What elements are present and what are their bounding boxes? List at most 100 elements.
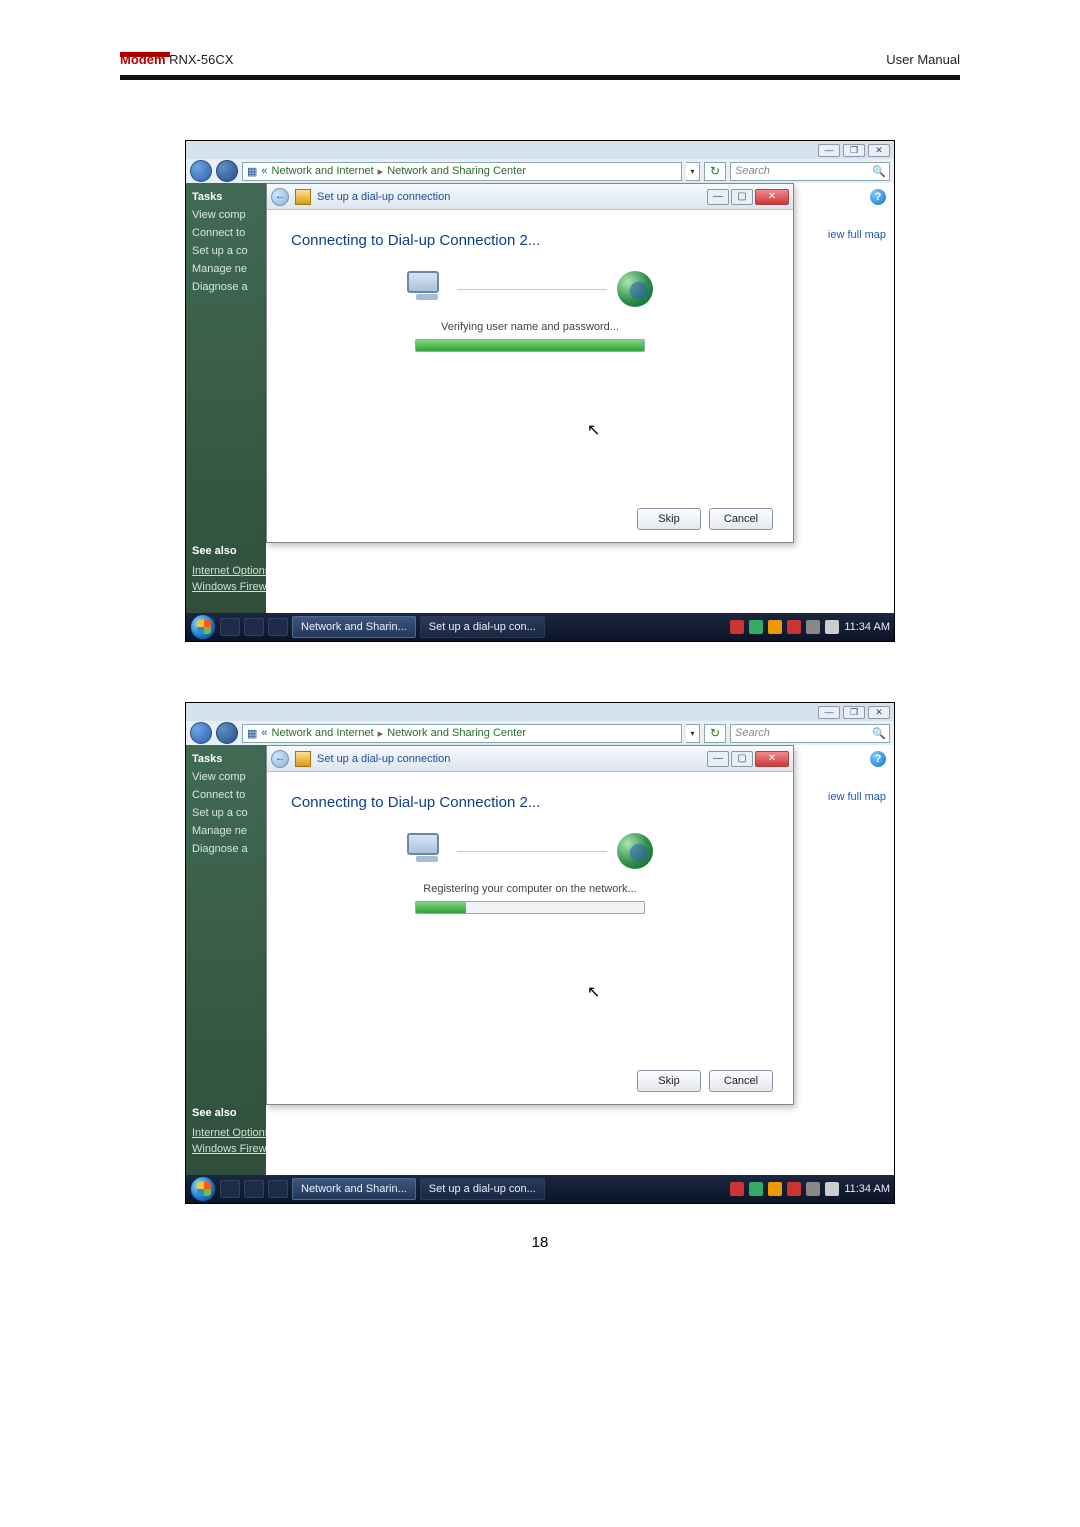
tray-icon[interactable] xyxy=(768,1182,782,1196)
sidebar-item[interactable]: Connect to xyxy=(192,789,260,801)
forward-button[interactable] xyxy=(216,722,238,744)
sidebar-item[interactable]: View comp xyxy=(192,771,260,783)
tray-icon[interactable] xyxy=(806,1182,820,1196)
tray-icon[interactable] xyxy=(730,1182,744,1196)
see-also-item[interactable]: Internet Options xyxy=(192,1127,270,1139)
sidebar-item[interactable]: Diagnose a xyxy=(192,281,260,293)
sidebar-item[interactable]: Diagnose a xyxy=(192,843,260,855)
refresh-button[interactable]: ↻ xyxy=(704,162,726,181)
back-button[interactable] xyxy=(190,160,212,182)
cursor-icon: ↖ xyxy=(587,982,600,1002)
restore-button[interactable]: ❐ xyxy=(843,144,865,157)
tray-icon[interactable] xyxy=(730,620,744,634)
breadcrumb[interactable]: ▦ « Network and Internet ▸ Network and S… xyxy=(242,724,682,743)
restore-button[interactable]: ❐ xyxy=(843,706,865,719)
start-button[interactable] xyxy=(190,614,216,640)
outer-titlebar: — ❐ ✕ xyxy=(186,703,894,721)
tray-icon[interactable] xyxy=(749,620,763,634)
connection-line xyxy=(457,851,607,852)
sidebar-item[interactable]: Manage ne xyxy=(192,825,260,837)
taskbar-button-network[interactable]: Network and Sharin... xyxy=(292,1178,416,1200)
sidebar-item[interactable]: Set up a co xyxy=(192,245,260,257)
refresh-button[interactable]: ↻ xyxy=(704,724,726,743)
address-dropdown[interactable]: ▾ xyxy=(686,162,700,181)
tray-icon[interactable] xyxy=(787,1182,801,1196)
quicklaunch-icon[interactable] xyxy=(244,618,264,636)
minimize-button[interactable]: — xyxy=(818,706,840,719)
dialog-minimize[interactable]: — xyxy=(707,189,729,205)
volume-icon[interactable] xyxy=(825,1182,839,1196)
quicklaunch-icon[interactable] xyxy=(268,1180,288,1198)
status-text: Registering your computer on the network… xyxy=(291,883,769,895)
breadcrumb-seg2[interactable]: Network and Sharing Center xyxy=(387,727,526,739)
taskbar-label: Network and Sharin... xyxy=(301,621,407,633)
dialog-close[interactable]: ✕ xyxy=(755,751,789,767)
help-icon[interactable]: ? xyxy=(870,189,886,205)
tray-icon[interactable] xyxy=(806,620,820,634)
sidebar-item[interactable]: Set up a co xyxy=(192,807,260,819)
tray-icon[interactable] xyxy=(749,1182,763,1196)
search-placeholder: Search xyxy=(735,165,770,177)
header-accent xyxy=(120,52,170,71)
close-button[interactable]: ✕ xyxy=(868,144,890,157)
breadcrumb-seg1[interactable]: Network and Internet xyxy=(272,165,374,177)
dialog-maximize[interactable]: ▢ xyxy=(731,751,753,767)
quicklaunch-icon[interactable] xyxy=(220,618,240,636)
dialog-minimize[interactable]: — xyxy=(707,751,729,767)
taskbar: Network and Sharin... Set up a dial-up c… xyxy=(186,613,894,641)
taskbar-button-dialup[interactable]: Set up a dial-up con... xyxy=(420,1178,545,1200)
dialup-dialog: ← Set up a dial-up connection — ▢ ✕ Conn… xyxy=(266,745,794,1105)
address-dropdown[interactable]: ▾ xyxy=(686,724,700,743)
dialog-title: Set up a dial-up connection xyxy=(317,753,450,765)
tray-icon[interactable] xyxy=(768,620,782,634)
see-also-item[interactable]: Windows Firewall xyxy=(192,581,278,593)
cancel-button[interactable]: Cancel xyxy=(709,1070,773,1092)
quicklaunch-icon[interactable] xyxy=(244,1180,264,1198)
tray-icon[interactable] xyxy=(787,620,801,634)
progress-fill xyxy=(416,902,466,913)
quicklaunch-icon[interactable] xyxy=(220,1180,240,1198)
sidebar-item[interactable]: Connect to xyxy=(192,227,260,239)
breadcrumb[interactable]: ▦ « Network and Internet ▸ Network and S… xyxy=(242,162,682,181)
quicklaunch-icon[interactable] xyxy=(268,618,288,636)
dialog-heading: Connecting to Dial-up Connection 2... xyxy=(291,794,769,811)
forward-button[interactable] xyxy=(216,160,238,182)
close-button[interactable]: ✕ xyxy=(868,706,890,719)
see-also-item[interactable]: Windows Firewall xyxy=(192,1143,278,1155)
tasks-sidebar: Tasks View comp Connect to Set up a co M… xyxy=(186,745,266,1175)
breadcrumb-seg2[interactable]: Network and Sharing Center xyxy=(387,165,526,177)
dialog-close[interactable]: ✕ xyxy=(755,189,789,205)
sidebar-item[interactable]: Manage ne xyxy=(192,263,260,275)
help-icon[interactable]: ? xyxy=(870,751,886,767)
dialog-back-button[interactable]: ← xyxy=(271,188,289,206)
see-also-item[interactable]: Internet Options xyxy=(192,565,270,577)
dialup-icon xyxy=(295,751,311,767)
search-input[interactable]: Search 🔍 xyxy=(730,162,890,181)
breadcrumb-sep: ▸ xyxy=(378,165,384,178)
page-header: Modem RNX-56CX User Manual xyxy=(120,52,960,80)
dialog-maximize[interactable]: ▢ xyxy=(731,189,753,205)
connection-line xyxy=(457,289,607,290)
connection-graphic xyxy=(291,833,769,869)
search-input[interactable]: Search 🔍 xyxy=(730,724,890,743)
cancel-button[interactable]: Cancel xyxy=(709,508,773,530)
skip-button[interactable]: Skip xyxy=(637,508,701,530)
taskbar-button-dialup[interactable]: Set up a dial-up con... xyxy=(420,616,545,638)
status-text: Verifying user name and password... xyxy=(291,321,769,333)
cursor-icon: ↖ xyxy=(587,420,600,440)
minimize-button[interactable]: — xyxy=(818,144,840,157)
tasks-heading: Tasks xyxy=(192,753,260,765)
dialog-back-button[interactable]: ← xyxy=(271,750,289,768)
skip-button[interactable]: Skip xyxy=(637,1070,701,1092)
breadcrumb-seg1[interactable]: Network and Internet xyxy=(272,727,374,739)
tray-clock: 11:34 AM xyxy=(844,1183,890,1195)
start-button[interactable] xyxy=(190,1176,216,1202)
view-full-map-link[interactable]: iew full map xyxy=(828,229,886,241)
address-bar: ▦ « Network and Internet ▸ Network and S… xyxy=(186,159,894,183)
sidebar-item[interactable]: View comp xyxy=(192,209,260,221)
view-full-map-link[interactable]: iew full map xyxy=(828,791,886,803)
back-button[interactable] xyxy=(190,722,212,744)
product-name: RNX-56CX xyxy=(166,52,234,67)
volume-icon[interactable] xyxy=(825,620,839,634)
taskbar-button-network[interactable]: Network and Sharin... xyxy=(292,616,416,638)
